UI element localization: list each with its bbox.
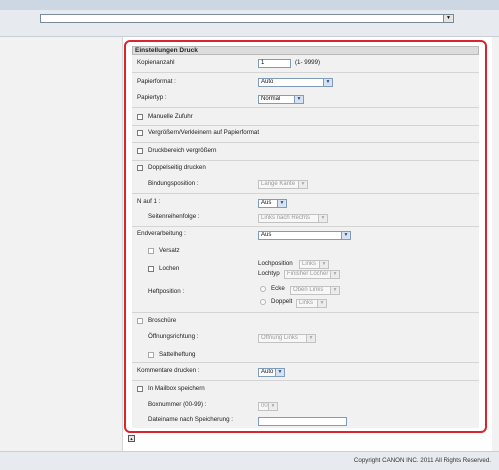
divider <box>132 362 479 363</box>
paper-type-select[interactable]: Normal ▼ <box>258 95 304 104</box>
divider <box>132 72 479 73</box>
file-name-label: Dateiname nach Speicherung : <box>148 416 233 423</box>
expand-print-area-label: Druckbereich vergrößern <box>148 147 217 154</box>
chevron-down-icon: ▼ <box>341 232 350 239</box>
chevron-down-icon: ▼ <box>323 79 332 86</box>
file-name-input[interactable] <box>258 417 347 426</box>
top-dropdown[interactable]: ▼ <box>40 14 454 23</box>
section-title: Einstellungen Druck <box>132 46 479 55</box>
opening-direction-value: Öffnung Links <box>261 335 298 341</box>
saddle-stitch-label: Sattelheftung <box>159 351 196 358</box>
fit-to-paper-label: Vergrößern/Verkleinern auf Papierformat <box>148 129 260 136</box>
n-up-label: N auf 1 : <box>137 198 161 205</box>
corner-value: Oben Links <box>293 287 324 293</box>
punch-type-label: Lochtyp <box>258 270 280 277</box>
print-settings-body: Einstellungen Druck Kopienanzahl 1 (1- 9… <box>132 46 479 428</box>
divider <box>132 142 479 143</box>
booklet-checkbox[interactable] <box>137 318 143 324</box>
page-order-select[interactable]: Links nach Rechts ▼ <box>258 214 328 223</box>
chevron-down-icon: ▼ <box>330 271 339 278</box>
chevron-down-icon: ▼ <box>277 200 286 207</box>
opening-direction-label: Öffnungsrichtung : <box>148 333 199 340</box>
copies-range: (1- 9999) <box>295 59 321 66</box>
finishing-label: Endverarbeitung : <box>137 230 186 237</box>
divider <box>132 125 479 126</box>
paper-size-value: Auto <box>261 79 274 85</box>
footer: Copyright CANON INC. 2011 All Rights Res… <box>0 451 499 470</box>
chevron-down-icon: ▼ <box>294 96 303 103</box>
manual-feed-checkbox[interactable] <box>137 114 143 120</box>
binding-position-value: Lange Kante <box>261 181 296 187</box>
saddle-stitch-checkbox[interactable] <box>148 352 154 358</box>
chevron-down-icon: ▼ <box>319 261 328 268</box>
chevron-down-icon: ▼ <box>306 335 315 342</box>
chevron-down-icon: ▼ <box>317 300 326 307</box>
chevron-down-icon: ▼ <box>275 369 284 376</box>
copies-input[interactable]: 1 <box>258 59 291 68</box>
corner-label: Ecke <box>271 285 285 292</box>
divider <box>132 226 479 227</box>
punch-label: Lochen <box>159 265 180 272</box>
print-comments-label: Kommentare drucken : <box>137 367 200 374</box>
expand-print-area-checkbox[interactable] <box>137 148 143 154</box>
paper-type-label: Papiertyp : <box>137 94 167 101</box>
corner-radio[interactable] <box>260 286 266 292</box>
box-number-label: Boxnummer (00-99) : <box>148 401 207 408</box>
duplex-label: Doppelseitig drucken <box>148 164 206 171</box>
copyright-text: Copyright CANON INC. 2011 All Rights Res… <box>353 457 491 464</box>
staple-position-label: Heftposition : <box>148 288 185 295</box>
box-number-select[interactable]: 00 ▼ <box>258 402 278 411</box>
offset-label: Versatz <box>159 247 180 254</box>
double-select[interactable]: Links ▼ <box>296 299 327 308</box>
finishing-value: Aus <box>261 232 272 238</box>
divider <box>132 380 479 381</box>
binding-position-select[interactable]: Lange Kante ▼ <box>258 180 308 189</box>
double-radio[interactable] <box>260 299 266 305</box>
opening-direction-select[interactable]: Öffnung Links ▼ <box>258 334 316 343</box>
fit-to-paper-checkbox[interactable] <box>137 130 143 136</box>
offset-checkbox[interactable] <box>148 248 154 254</box>
n-up-value: Aus <box>261 200 272 206</box>
chevron-down-icon: ▼ <box>298 181 307 188</box>
duplex-checkbox[interactable] <box>137 165 143 171</box>
divider <box>132 160 479 161</box>
chevron-down-icon: ▼ <box>330 287 339 294</box>
punch-type-value: Finisher Locher <box>287 271 329 277</box>
mailbox-label: In Mailbox speichern <box>148 385 205 392</box>
left-pane <box>0 37 123 451</box>
top-band <box>0 0 499 10</box>
page-order-label: Seitenreihenfolge : <box>148 213 200 220</box>
print-comments-select[interactable]: Auto ▼ <box>258 368 285 377</box>
n-up-select[interactable]: Aus ▼ <box>258 199 287 208</box>
binding-position-label: Bindungsposition : <box>148 180 199 187</box>
booklet-label: Broschüre <box>148 317 177 324</box>
page-order-value: Links nach Rechts <box>261 215 311 221</box>
right-pane <box>492 37 499 451</box>
chevron-down-icon[interactable]: ▼ <box>443 15 453 22</box>
punch-position-select[interactable]: Links ▼ <box>299 260 329 269</box>
double-value: Links <box>299 300 314 306</box>
paper-size-select[interactable]: Auto ▼ <box>258 78 333 87</box>
punch-type-select[interactable]: Finisher Locher ▼ <box>284 270 340 279</box>
chevron-down-icon: ▼ <box>318 215 327 222</box>
punch-position-value: Links <box>302 261 317 267</box>
print-settings-panel: Einstellungen Druck Kopienanzahl 1 (1- 9… <box>124 40 487 433</box>
box-number-value: 00 <box>261 403 268 409</box>
corner-select[interactable]: Oben Links ▼ <box>290 286 340 295</box>
divider <box>132 312 479 313</box>
print-comments-value: Auto <box>261 369 274 375</box>
paper-type-value: Normal <box>261 96 281 102</box>
finishing-select[interactable]: Aus ▼ <box>258 231 351 240</box>
copies-label: Kopienanzahl <box>137 59 175 66</box>
punch-checkbox[interactable] <box>148 266 154 272</box>
chevron-down-icon: ▼ <box>268 403 277 410</box>
divider <box>132 107 479 108</box>
scroll-to-top-icon[interactable]: ▲ <box>128 435 135 442</box>
paper-size-label: Papierformat : <box>137 78 176 85</box>
punch-position-label: Lochposition <box>258 260 293 267</box>
double-label: Doppelt <box>271 298 293 305</box>
mailbox-checkbox[interactable] <box>137 386 143 392</box>
divider <box>132 193 479 194</box>
manual-feed-label: Manuelle Zufuhr <box>148 113 193 120</box>
